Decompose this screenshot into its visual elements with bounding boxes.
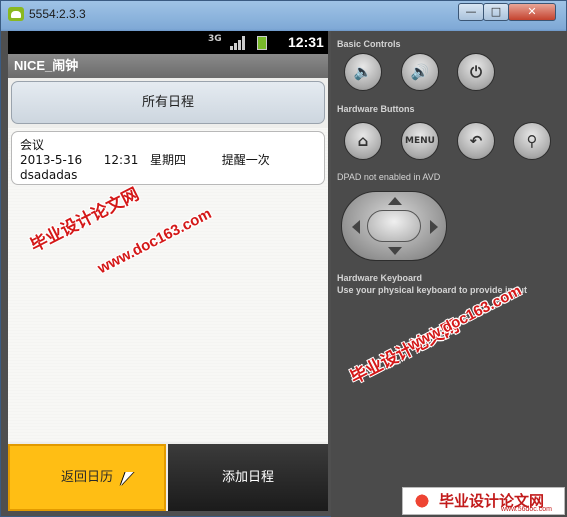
- schedule-item[interactable]: 会议 2013-5-16 12:31 星期四 提醒一次 dsadadas: [11, 131, 325, 185]
- close-button[interactable]: ✕: [508, 3, 556, 21]
- schedule-list: 会议 2013-5-16 12:31 星期四 提醒一次 dsadadas: [8, 128, 328, 442]
- dpad-up-icon[interactable]: [388, 197, 402, 205]
- menu-button[interactable]: MENU: [401, 122, 439, 160]
- bottom-bar: 返回日历 添加日程: [8, 444, 328, 511]
- window-title: 5554:2.3.3: [29, 7, 86, 21]
- corner-watermark: 毕业设计论文网 www.56doc.com: [402, 487, 565, 515]
- schedule-time: 12:31: [103, 153, 139, 167]
- emulator-window: 5554:2.3.3 — □ ✕ 3G 12:31 NICE_闹钟 所有日程 会…: [0, 0, 567, 517]
- signal-icon: [230, 36, 246, 50]
- battery-icon: [257, 36, 267, 50]
- power-icon[interactable]: ⏻: [457, 53, 495, 91]
- volume-up-icon[interactable]: 🔊: [401, 53, 439, 91]
- phone-screen: 3G 12:31 NICE_闹钟 所有日程 会议 2013-5-16 12:31…: [8, 31, 328, 511]
- schedule-weekday: 星期四: [150, 153, 187, 167]
- dpad[interactable]: [341, 191, 447, 261]
- schedule-title: 会议: [20, 138, 45, 152]
- basic-controls-label: Basic Controls: [337, 39, 401, 49]
- maximize-button[interactable]: □: [483, 3, 509, 21]
- schedule-date: 2013-5-16: [20, 153, 83, 167]
- search-icon[interactable]: ⚲: [513, 122, 551, 160]
- dpad-right-icon[interactable]: [430, 220, 438, 234]
- corner-watermark-url: www.56doc.com: [501, 506, 552, 513]
- hardware-keyboard-label: Hardware Keyboard: [337, 273, 423, 283]
- add-schedule-button[interactable]: 添加日程: [168, 444, 328, 511]
- all-schedules-button[interactable]: 所有日程: [11, 81, 325, 124]
- dpad-down-icon[interactable]: [388, 247, 402, 255]
- window-titlebar: 5554:2.3.3 — □ ✕: [1, 1, 566, 29]
- emulator-controls: Basic Controls 🔈 🔊 ⏻ Hardware Buttons ⌂ …: [331, 31, 567, 517]
- watermark-logo-icon: [409, 492, 435, 510]
- dpad-left-icon[interactable]: [352, 220, 360, 234]
- schedule-reminder: 提醒一次: [221, 153, 270, 167]
- status-time: 12:31: [288, 34, 324, 50]
- home-icon[interactable]: ⌂: [344, 122, 382, 160]
- dpad-note: DPAD not enabled in AVD: [337, 172, 441, 182]
- network-3g-icon: 3G: [208, 34, 222, 44]
- schedule-detail: 2013-5-16 12:31 星期四 提醒一次: [20, 153, 316, 168]
- status-bar: 3G 12:31: [8, 31, 328, 54]
- back-to-calendar-button[interactable]: 返回日历: [8, 444, 166, 511]
- back-icon[interactable]: ↶: [457, 122, 495, 160]
- dpad-center-button[interactable]: [367, 210, 421, 242]
- schedule-note: dsadadas: [20, 168, 78, 182]
- hardware-buttons-label: Hardware Buttons: [337, 104, 415, 114]
- app-title: NICE_闹钟: [8, 54, 328, 78]
- android-icon: [8, 7, 24, 21]
- minimize-button[interactable]: —: [458, 3, 484, 21]
- volume-down-icon[interactable]: 🔈: [344, 53, 382, 91]
